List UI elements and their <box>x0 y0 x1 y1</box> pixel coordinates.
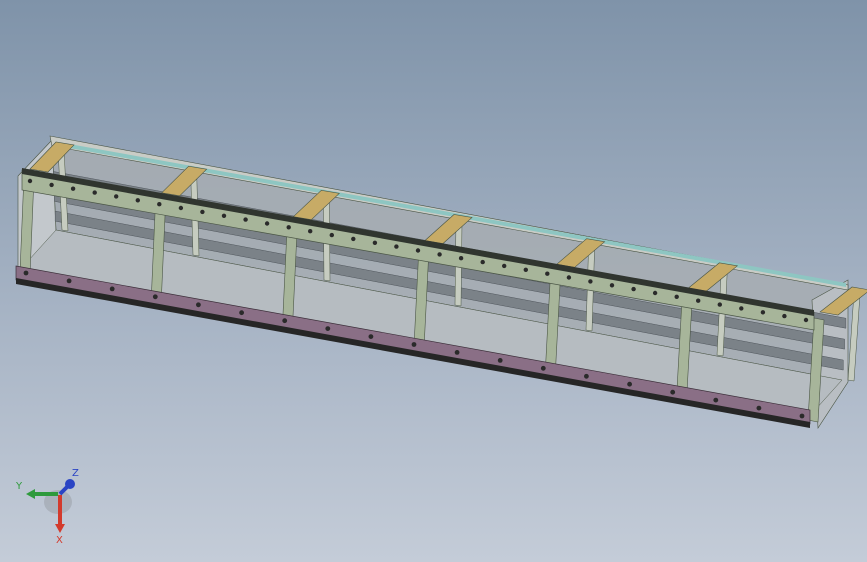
rail-hole <box>760 310 766 315</box>
base-hole <box>540 365 546 371</box>
base-hole <box>584 373 589 379</box>
base-hole <box>799 413 805 419</box>
base-hole <box>627 381 632 387</box>
rail-hole <box>545 271 550 276</box>
rail-hole <box>674 294 679 299</box>
rail-hole <box>27 178 33 184</box>
x-axis-label: X <box>56 535 63 546</box>
orientation-triad-icon[interactable]: Y X Z <box>10 462 100 557</box>
y-axis-label: Y <box>15 481 23 492</box>
x-axis-head <box>55 524 65 533</box>
base-hole <box>109 286 115 292</box>
rail-hole <box>566 275 572 280</box>
rear-post <box>847 292 861 382</box>
base-hole <box>23 270 29 276</box>
rail-hole <box>70 186 76 191</box>
rail-hole <box>803 317 809 323</box>
rail-hole <box>739 306 744 311</box>
rail-hole <box>588 279 593 284</box>
rail-hole <box>243 217 248 222</box>
rail-hole <box>308 229 313 234</box>
rail-hole <box>631 286 636 292</box>
rail-hole <box>502 263 507 269</box>
base-hole <box>196 302 201 308</box>
cad-viewport[interactable]: Y X Z <box>0 0 867 562</box>
rail-hole <box>437 252 442 257</box>
rail-hole <box>329 232 334 238</box>
base-hole <box>497 358 503 363</box>
rail-hole <box>49 182 54 188</box>
rail-hole <box>609 283 615 288</box>
base-hole <box>670 389 676 395</box>
base-hole <box>282 318 288 324</box>
rail-hole <box>458 256 464 261</box>
base-hole <box>239 310 245 316</box>
rail-hole <box>200 209 205 215</box>
rail-hole <box>114 194 119 199</box>
rail-hole <box>415 248 421 253</box>
rail-hole <box>523 267 528 272</box>
rail-hole <box>264 221 270 226</box>
base-hole <box>713 397 719 403</box>
rail-hole <box>221 213 227 218</box>
base-hole <box>66 278 72 284</box>
rail-hole <box>696 298 701 303</box>
rail-hole <box>782 313 787 319</box>
rail-hole <box>394 244 399 249</box>
rail-hole <box>372 240 378 245</box>
rail-hole <box>135 198 140 203</box>
base-hole <box>411 342 417 347</box>
base-hole <box>756 405 762 411</box>
base-hole <box>152 294 158 300</box>
base-hole <box>368 334 374 339</box>
rail-hole <box>157 202 162 207</box>
rail-hole <box>178 205 184 211</box>
rail-hole <box>480 259 485 265</box>
base-hole <box>325 326 331 331</box>
rail-hole <box>351 236 356 242</box>
rail-hole <box>286 225 291 230</box>
rail-hole <box>92 190 97 195</box>
y-axis-head <box>26 489 35 499</box>
z-axis-head <box>65 479 75 489</box>
z-axis-label: Z <box>72 468 79 479</box>
frame-assembly-model[interactable] <box>0 0 867 562</box>
rail-hole <box>717 302 722 307</box>
base-hole <box>454 350 460 355</box>
rail-hole <box>652 290 658 296</box>
